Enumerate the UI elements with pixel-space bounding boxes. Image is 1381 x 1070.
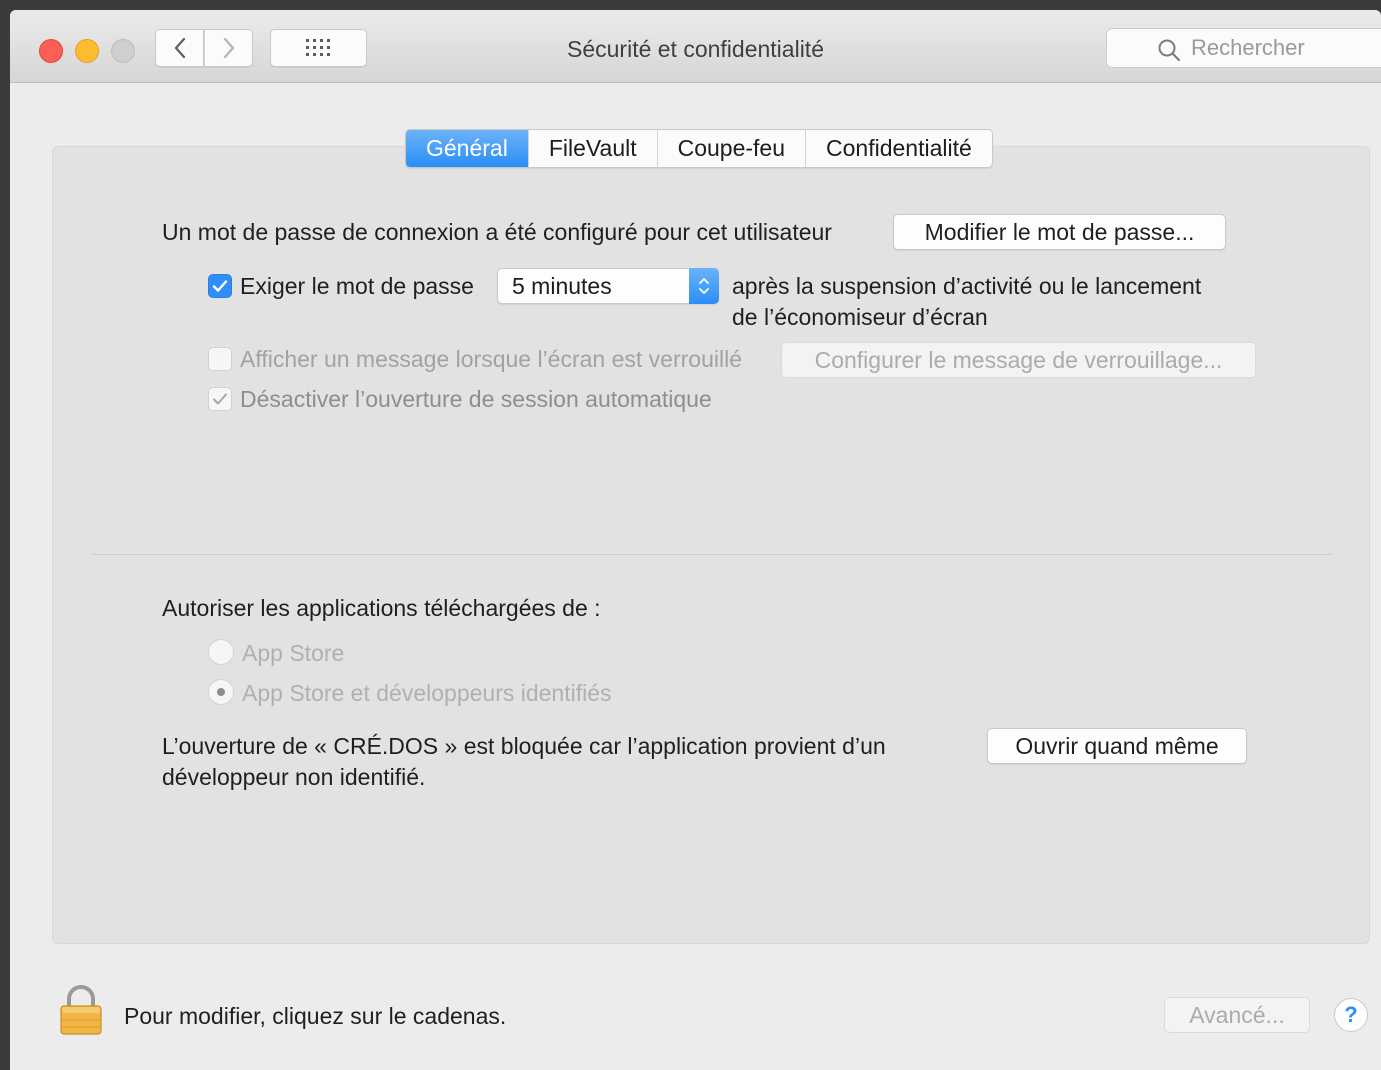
checkmark-icon: [212, 280, 228, 292]
blocked-app-text-line1: L’ouverture de « CRÉ.DOS » est bloquée c…: [162, 733, 886, 759]
lock-button[interactable]: [60, 985, 102, 1040]
tab-firewall[interactable]: Coupe-feu: [656, 130, 805, 167]
password-delay-select[interactable]: 5 minutes: [497, 268, 719, 304]
after-suspension-text-line2: de l’économiseur d’écran: [732, 304, 988, 330]
tab-general[interactable]: Général: [406, 130, 528, 167]
radio-app-store[interactable]: [208, 639, 234, 665]
window: Sécurité et confidentialité Rechercher G…: [10, 10, 1381, 1070]
open-anyway-button[interactable]: Ouvrir quand même: [987, 728, 1247, 764]
checkmark-icon: [213, 393, 227, 405]
radio-app-store-identified-label: App Store et développeurs identifiés: [242, 680, 612, 706]
password-delay-value: 5 minutes: [512, 272, 612, 299]
radio-app-store-label: App Store: [242, 640, 345, 666]
up-down-chevron-icon: [699, 278, 709, 294]
blocked-app-text-line2: développeur non identifié.: [162, 764, 426, 790]
search-icon: [1158, 39, 1181, 62]
after-suspension-text-line1: après la suspension d’activité ou le lan…: [732, 273, 1202, 299]
require-password-label: Exiger le mot de passe: [240, 273, 474, 299]
password-configured-text: Un mot de passe de connexion a été confi…: [162, 219, 832, 245]
lock-instruction-text: Pour modifier, cliquez sur le cadenas.: [124, 1003, 507, 1029]
advanced-button[interactable]: Avancé...: [1164, 997, 1310, 1033]
show-lock-message-checkbox[interactable]: [208, 347, 232, 371]
padlock-icon: [60, 985, 102, 1035]
select-stepper[interactable]: [689, 268, 719, 304]
tab-privacy[interactable]: Confidentialité: [805, 130, 992, 167]
help-button[interactable]: ?: [1334, 998, 1368, 1032]
disable-autologin-checkbox[interactable]: [208, 387, 232, 411]
general-panel: [52, 146, 1370, 944]
radio-app-store-identified[interactable]: [208, 679, 234, 705]
search-placeholder: Rechercher: [1191, 35, 1305, 60]
configure-lock-message-button[interactable]: Configurer le message de verrouillage...: [781, 342, 1256, 378]
disable-autologin-label: Désactiver l’ouverture de session automa…: [240, 386, 712, 412]
allow-downloads-heading: Autoriser les applications téléchargées …: [162, 595, 601, 621]
radio-selected-dot: [217, 688, 225, 696]
show-lock-message-label: Afficher un message lorsque l’écran est …: [240, 346, 742, 372]
tab-filevault[interactable]: FileVault: [527, 130, 657, 167]
tab-bar: Général FileVault Coupe-feu Confidential…: [405, 129, 993, 168]
require-password-checkbox[interactable]: [208, 274, 232, 298]
section-divider: [92, 554, 1332, 555]
title-bar: Sécurité et confidentialité Rechercher: [10, 10, 1381, 83]
search-field[interactable]: Rechercher: [1106, 28, 1381, 68]
change-password-button[interactable]: Modifier le mot de passe...: [893, 214, 1226, 250]
